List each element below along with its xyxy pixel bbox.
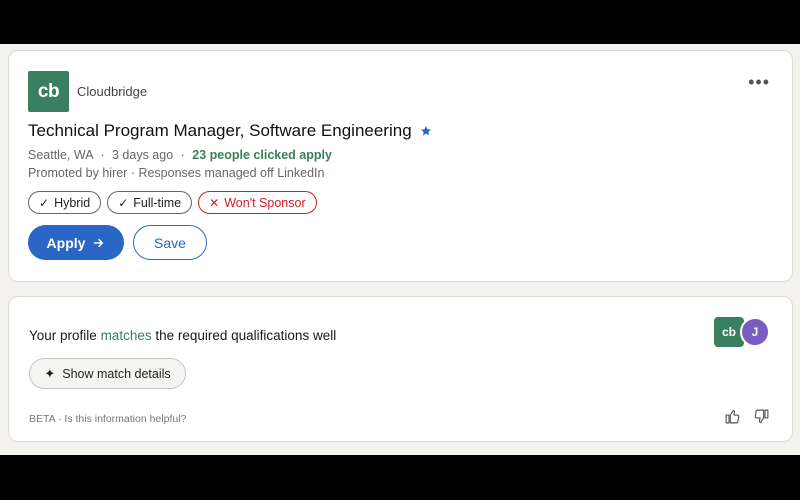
company-logo[interactable]: cb bbox=[28, 71, 69, 112]
separator: · bbox=[180, 148, 185, 162]
job-title[interactable]: Technical Program Manager, Software Engi… bbox=[28, 121, 412, 141]
apply-label: Apply bbox=[46, 234, 86, 251]
separator: · bbox=[100, 148, 105, 162]
match-highlight: matches bbox=[100, 328, 152, 343]
job-meta: Seattle, WA · 3 days ago · 23 people cli… bbox=[28, 148, 332, 162]
job-title-row: Technical Program Manager, Software Engi… bbox=[28, 121, 432, 141]
content-area: cb Cloudbridge ••• Technical Program Man… bbox=[0, 44, 800, 455]
verified-star-icon bbox=[420, 126, 431, 136]
external-arrow-icon bbox=[94, 238, 104, 247]
thumbs-up-icon[interactable] bbox=[724, 408, 741, 425]
apply-button[interactable]: Apply bbox=[28, 225, 124, 260]
match-text-before: Your profile bbox=[29, 328, 101, 343]
match-avatars: cb J bbox=[714, 317, 770, 347]
match-summary: Your profile matches the required qualif… bbox=[29, 328, 336, 343]
job-card: cb Cloudbridge ••• Technical Program Man… bbox=[8, 50, 793, 282]
show-details-label: Show match details bbox=[62, 366, 171, 381]
pill-label: Hybrid bbox=[54, 195, 91, 210]
job-actions: Apply Save bbox=[28, 225, 207, 260]
pill-wont-sponsor: ✕ Won't Sponsor bbox=[198, 191, 317, 214]
show-match-details-button[interactable]: ✦ Show match details bbox=[29, 358, 186, 389]
feedback-buttons bbox=[724, 408, 770, 425]
job-attribute-pills: ✓ Hybrid ✓ Full-time ✕ Won't Sponsor bbox=[28, 191, 317, 214]
pill-full-time: ✓ Full-time bbox=[107, 191, 193, 214]
user-avatar: J bbox=[740, 317, 770, 347]
pill-hybrid: ✓ Hybrid bbox=[28, 191, 102, 214]
applicant-count: 23 people clicked apply bbox=[192, 148, 332, 162]
sparkle-icon: ✦ bbox=[44, 365, 56, 381]
pill-label: Won't Sponsor bbox=[224, 195, 306, 210]
checkmark-icon: ✓ bbox=[39, 195, 50, 210]
save-button[interactable]: Save bbox=[133, 225, 207, 260]
posted-time: 3 days ago bbox=[111, 148, 174, 162]
feedback-prompt: BETA · Is this information helpful? bbox=[29, 413, 187, 425]
checkmark-icon: ✓ bbox=[118, 195, 129, 210]
more-options-icon[interactable]: ••• bbox=[748, 73, 770, 91]
pill-label: Full-time bbox=[133, 195, 182, 210]
match-card: Your profile matches the required qualif… bbox=[8, 296, 793, 442]
x-icon: ✕ bbox=[209, 195, 220, 210]
thumbs-down-icon[interactable] bbox=[753, 408, 770, 425]
match-text-after: the required qualifications well bbox=[151, 328, 337, 343]
job-location: Seattle, WA bbox=[28, 148, 93, 162]
company-name[interactable]: Cloudbridge bbox=[77, 84, 147, 99]
promoted-info: Promoted by hirer · Responses managed of… bbox=[28, 166, 325, 180]
